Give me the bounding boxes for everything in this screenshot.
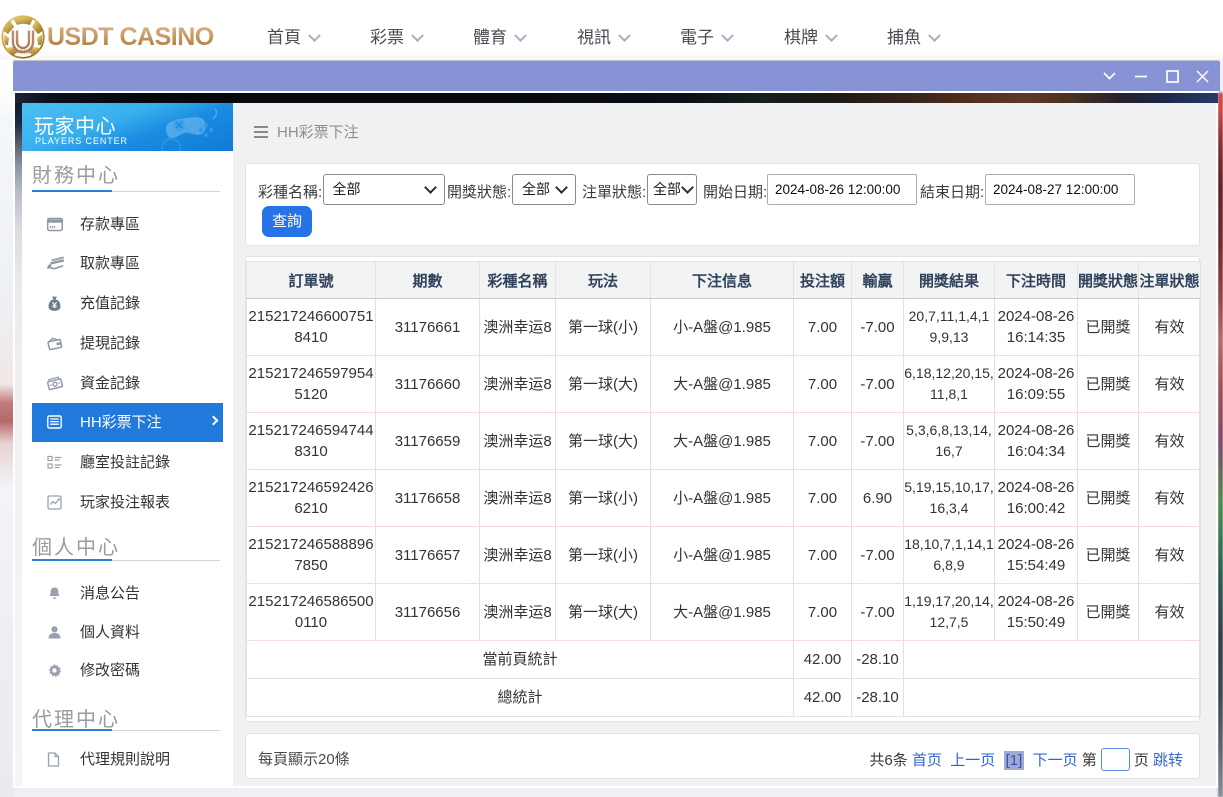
svg-text:CASINO: CASINO <box>11 50 35 56</box>
